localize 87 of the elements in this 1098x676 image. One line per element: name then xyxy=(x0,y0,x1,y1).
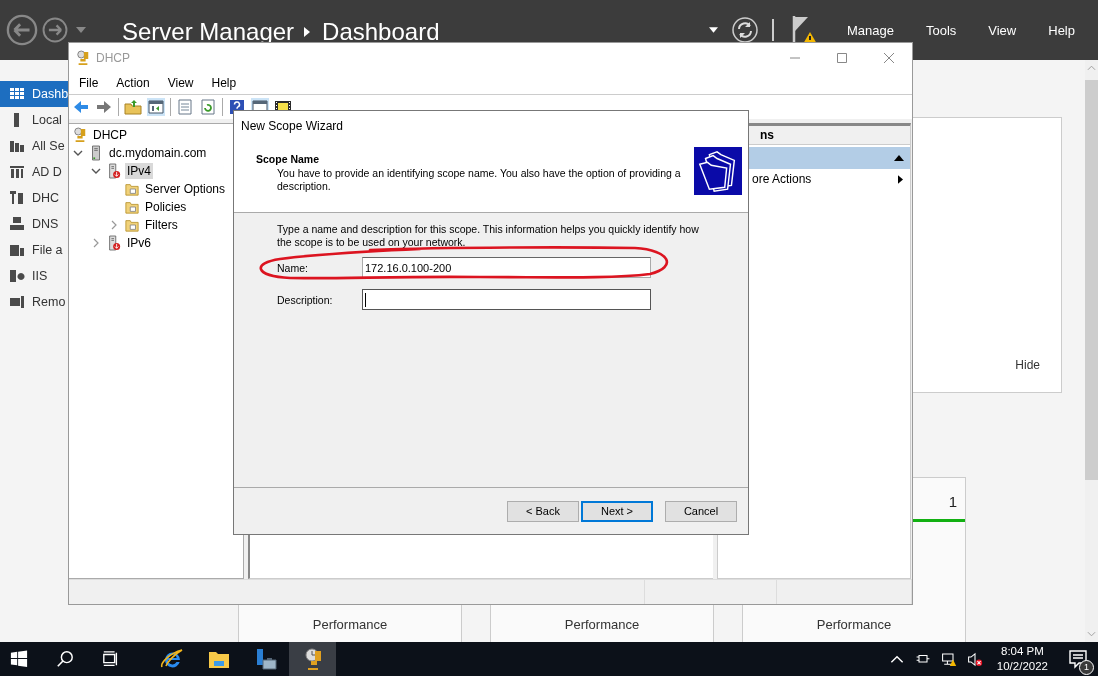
folder-icon xyxy=(125,181,139,197)
input-field[interactable]: 172.16.0.100-200 xyxy=(362,257,651,278)
dashboard-icon xyxy=(9,86,25,102)
tree-item[interactable]: Filters xyxy=(143,217,180,233)
sidebar-item[interactable]: DNS xyxy=(0,211,68,237)
sidebar-item[interactable]: All Se xyxy=(0,133,68,159)
chevron-down-icon[interactable] xyxy=(91,166,101,176)
tree-item[interactable]: IPv6 xyxy=(125,235,153,251)
performance-label[interactable]: Performance xyxy=(312,617,388,632)
window-title: DHCP xyxy=(96,50,130,65)
sidebar-item[interactable]: File a xyxy=(0,237,68,263)
refresh-icon[interactable] xyxy=(731,17,758,43)
dialog-button[interactable]: < Back xyxy=(507,500,579,522)
sidebar-item[interactable]: AD D xyxy=(0,159,68,185)
tree-item[interactable]: IPv4 xyxy=(125,163,153,179)
sidebar-item[interactable]: DHC xyxy=(0,185,68,211)
caret-icon[interactable] xyxy=(708,27,718,33)
tree-item[interactable]: dc.mydomain.com xyxy=(107,145,209,161)
performance-label[interactable]: Performance xyxy=(564,617,640,632)
menu-item[interactable]: Help xyxy=(1035,22,1088,38)
sidebar-item[interactable]: Remo xyxy=(0,289,68,315)
task-view-icon[interactable] xyxy=(102,650,120,668)
menu-item[interactable]: Action xyxy=(109,76,157,90)
menu-item[interactable]: Help xyxy=(204,76,244,90)
maximize-icon[interactable] xyxy=(836,51,848,64)
sidebar-item[interactable]: Local xyxy=(0,107,68,133)
chevron-down-icon[interactable] xyxy=(73,148,83,158)
server-icon xyxy=(89,145,103,161)
trophy-icon xyxy=(76,49,90,66)
back-icon[interactable] xyxy=(6,14,38,46)
triangle-icon xyxy=(304,27,311,37)
forward-icon[interactable] xyxy=(42,17,68,43)
back-arrow-icon[interactable] xyxy=(72,98,90,116)
show-pane-icon[interactable] xyxy=(147,98,165,116)
clock[interactable]: 8:04 PM 10/2/2022 xyxy=(996,644,1048,674)
network-warning-icon[interactable] xyxy=(940,651,957,667)
forward-arrow-icon[interactable] xyxy=(95,98,113,116)
tree-item[interactable]: Server Options xyxy=(143,181,228,197)
search-icon[interactable] xyxy=(56,650,74,668)
sidebar-item[interactable]: IIS xyxy=(0,263,68,289)
chevron-right-icon[interactable] xyxy=(109,220,119,230)
field-label: Name: xyxy=(277,261,309,274)
time-text: 8:04 PM xyxy=(1001,644,1044,659)
collapse-triangle-icon[interactable] xyxy=(894,155,904,161)
windows-start-icon[interactable] xyxy=(10,650,28,668)
window-title: Server Manager xyxy=(122,18,295,46)
menu-item[interactable]: View xyxy=(975,22,1030,38)
folders-icon xyxy=(693,147,743,195)
close-icon[interactable] xyxy=(883,51,895,64)
menu-item[interactable]: Tools xyxy=(912,22,970,38)
scroll-thumb[interactable] xyxy=(1085,80,1098,480)
date-text: 10/2/2022 xyxy=(996,659,1048,674)
wizard-subheading: You have to provide an identifying scope name. You also have the option of providing a description. xyxy=(276,167,682,193)
instructions-text: Type a name and description for this scope. This information helps you quickly identify how the scope is to be used on your network. xyxy=(277,223,700,249)
tree-item[interactable]: Policies xyxy=(143,199,189,215)
breadcrumb: Dashboard xyxy=(322,18,440,46)
dialog-button[interactable]: Cancel xyxy=(665,500,737,522)
input-field[interactable] xyxy=(362,289,651,310)
sidebar-item[interactable]: Dashb xyxy=(0,81,68,107)
dialog-button[interactable]: Next > xyxy=(581,500,653,522)
server-down-icon xyxy=(107,163,121,179)
notification-badge: 1 xyxy=(1079,660,1094,675)
hide-link[interactable]: Hide xyxy=(1015,358,1040,372)
wizard-heading: Scope Name xyxy=(256,153,321,165)
status-line xyxy=(910,519,965,522)
scrollbar[interactable] xyxy=(1085,60,1098,642)
speaker-muted-icon[interactable] xyxy=(966,651,983,667)
refresh-icon[interactable] xyxy=(199,98,217,116)
field-label: Description: xyxy=(277,293,334,306)
folder-up-icon[interactable] xyxy=(124,98,142,116)
servers-icon xyxy=(9,138,25,154)
performance-label[interactable]: Performance xyxy=(816,617,892,632)
taskbar-app[interactable] xyxy=(289,642,336,676)
notification-icon[interactable] xyxy=(1068,649,1088,669)
submenu-arrow-icon xyxy=(898,174,903,184)
server-down-icon xyxy=(107,235,121,251)
tree-item[interactable]: DHCP xyxy=(91,127,129,143)
trophy-icon xyxy=(73,127,87,143)
role-count: 1 xyxy=(948,493,957,510)
menu-item[interactable]: Manage xyxy=(833,22,907,38)
menu-item[interactable]: File xyxy=(72,76,106,90)
dialog-title: New Scope Wizard xyxy=(234,111,748,142)
action-item[interactable]: ore Actions xyxy=(752,172,812,186)
folder-icon xyxy=(125,199,139,215)
chevron-right-icon[interactable] xyxy=(91,238,101,248)
menu-item[interactable]: View xyxy=(160,76,201,90)
folder-icon xyxy=(125,217,139,233)
